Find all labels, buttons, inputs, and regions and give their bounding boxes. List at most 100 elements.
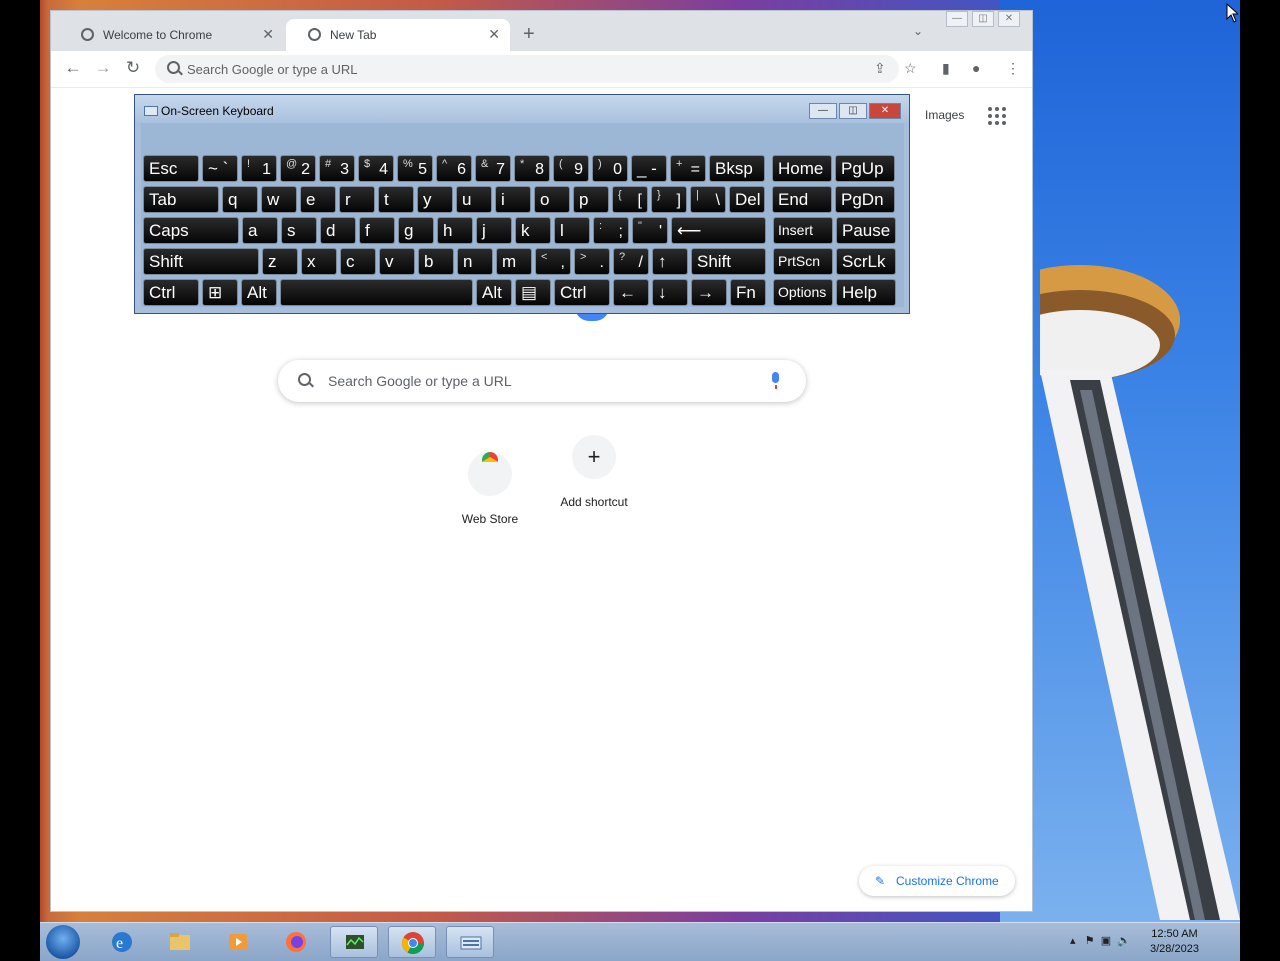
osk-key[interactable]: ? / xyxy=(613,248,649,275)
osk-key[interactable]: c xyxy=(340,248,376,275)
osk-key[interactable]: j xyxy=(476,217,512,244)
osk-key[interactable]: }] xyxy=(651,186,687,213)
osk-key[interactable]: Insert xyxy=(773,217,833,244)
restore-button[interactable]: ◫ xyxy=(972,11,994,27)
side-panel-icon[interactable]: ▮ xyxy=(942,60,950,77)
osk-key[interactable]: Shift xyxy=(143,248,259,275)
apps-grid-icon[interactable] xyxy=(988,107,1006,125)
osk-key[interactable]: <, xyxy=(535,248,571,275)
tab-welcome[interactable]: Welcome to Chrome ✕ xyxy=(59,19,284,51)
customize-chrome-button[interactable]: ✎ Customize Chrome xyxy=(859,866,1015,896)
task-manager-icon[interactable] xyxy=(330,926,378,958)
osk-key[interactable]: % 5 xyxy=(397,155,433,182)
close-button[interactable]: ✕ xyxy=(998,11,1020,27)
firefox-icon[interactable] xyxy=(272,926,320,958)
osk-key[interactable]: a xyxy=(242,217,278,244)
osk-key[interactable]: Ctrl xyxy=(143,279,199,306)
osk-key[interactable]: Alt xyxy=(476,279,512,306)
reload-icon[interactable]: ↻ xyxy=(123,58,143,78)
osk-key[interactable]: r xyxy=(339,186,375,213)
osk-key[interactable]: ← xyxy=(613,279,649,306)
osk-key[interactable]: ↓ xyxy=(652,279,688,306)
omnibox[interactable]: Search Google or type a URL xyxy=(155,55,899,83)
minimize-button[interactable]: — xyxy=(946,11,968,27)
osk-key[interactable]: {[ xyxy=(612,186,648,213)
osk-key[interactable]: Fn xyxy=(730,279,766,306)
osk-key[interactable]: y xyxy=(417,186,453,213)
osk-key[interactable]: PgUp xyxy=(835,155,895,182)
osk-key[interactable]: | \ xyxy=(690,186,726,213)
osk-key[interactable]: b xyxy=(418,248,454,275)
back-arrow-icon[interactable]: ← xyxy=(63,58,83,78)
shortcut-web-store[interactable]: Web Store xyxy=(435,435,545,526)
osk-key[interactable]: ↑ xyxy=(652,248,688,275)
images-link[interactable]: Images xyxy=(925,108,964,122)
osk-key[interactable]: Ctrl xyxy=(554,279,610,306)
osk-key[interactable]: m xyxy=(496,248,532,275)
osk-key[interactable]: >. xyxy=(574,248,610,275)
osk-title-bar[interactable]: On-Screen Keyboard — ◫ ✕ xyxy=(135,95,909,123)
osk-key[interactable]: v xyxy=(379,248,415,275)
osk-key[interactable]: l xyxy=(554,217,590,244)
close-button[interactable]: ✕ xyxy=(869,103,901,119)
file-explorer-icon[interactable] xyxy=(156,926,204,958)
chevron-down-icon[interactable]: ⌄ xyxy=(913,24,923,38)
taskbar-clock[interactable]: 12:50 AM 3/28/2023 xyxy=(1150,927,1199,957)
star-icon[interactable]: ☆ xyxy=(904,60,917,77)
osk-key[interactable]: g xyxy=(398,217,434,244)
osk-key[interactable]: @2 xyxy=(280,155,316,182)
osk-key[interactable]: Pause xyxy=(836,217,896,244)
osk-key[interactable]: i xyxy=(495,186,531,213)
restore-button[interactable]: ◫ xyxy=(839,103,867,119)
osk-key[interactable]: ▤ xyxy=(515,279,551,306)
volume-icon[interactable]: 🔈 xyxy=(1117,935,1131,947)
osk-key[interactable]: ! 1 xyxy=(241,155,277,182)
network-icon[interactable]: ▣ xyxy=(1101,935,1111,947)
profile-icon[interactable]: ● xyxy=(972,60,980,76)
osk-key[interactable]: s xyxy=(281,217,317,244)
osk-key[interactable]: PgDn xyxy=(835,186,895,213)
osk-key[interactable]: Alt xyxy=(241,279,277,306)
osk-key[interactable]: w xyxy=(261,186,297,213)
osk-key[interactable]: ScrLk xyxy=(836,248,896,275)
osk-key[interactable]: Esc xyxy=(143,155,199,182)
osk-key[interactable]: ^ 6 xyxy=(436,155,472,182)
osk-key[interactable]: k xyxy=(515,217,551,244)
internet-explorer-icon[interactable]: e xyxy=(98,926,146,958)
osk-key[interactable]: " ' xyxy=(632,217,668,244)
on-screen-keyboard-taskbar-icon[interactable] xyxy=(446,926,494,958)
osk-key[interactable]: t xyxy=(378,186,414,213)
show-hidden-icons-icon[interactable]: ▴ xyxy=(1070,935,1076,947)
osk-key[interactable]: _ - xyxy=(631,155,667,182)
close-icon[interactable]: ✕ xyxy=(262,26,274,43)
osk-key[interactable]: Bksp xyxy=(709,155,765,182)
microphone-icon[interactable] xyxy=(772,372,779,389)
menu-icon[interactable]: ⋮ xyxy=(1006,60,1020,77)
osk-key[interactable]: h xyxy=(437,217,473,244)
osk-key[interactable]: Options xyxy=(773,279,833,306)
minimize-button[interactable]: — xyxy=(809,103,837,119)
osk-key[interactable]: p xyxy=(573,186,609,213)
media-player-icon[interactable] xyxy=(214,926,262,958)
osk-key[interactable]: z xyxy=(262,248,298,275)
osk-key[interactable]: PrtScn xyxy=(773,248,833,275)
close-icon[interactable]: ✕ xyxy=(488,26,500,43)
new-tab-button[interactable]: + xyxy=(523,23,535,46)
osk-key[interactable]: → xyxy=(691,279,727,306)
osk-key[interactable]: u xyxy=(456,186,492,213)
forward-arrow-icon[interactable]: → xyxy=(93,58,113,78)
osk-key[interactable]: Help xyxy=(836,279,896,306)
osk-key[interactable]: :; xyxy=(593,217,629,244)
osk-key[interactable]: e xyxy=(300,186,336,213)
osk-key[interactable]: f xyxy=(359,217,395,244)
osk-key[interactable]: + = xyxy=(670,155,706,182)
osk-key[interactable]: $4 xyxy=(358,155,394,182)
osk-key[interactable]: (9 xyxy=(553,155,589,182)
osk-key[interactable]: * 8 xyxy=(514,155,550,182)
action-center-flag-icon[interactable]: ⚑ xyxy=(1085,935,1095,947)
tab-new-tab[interactable]: New Tab ✕ xyxy=(286,19,510,51)
ntp-search-box[interactable]: Search Google or type a URL xyxy=(278,360,806,402)
osk-key[interactable]: Del xyxy=(729,186,765,213)
osk-key[interactable]: Home xyxy=(772,155,832,182)
osk-key[interactable]: q xyxy=(222,186,258,213)
